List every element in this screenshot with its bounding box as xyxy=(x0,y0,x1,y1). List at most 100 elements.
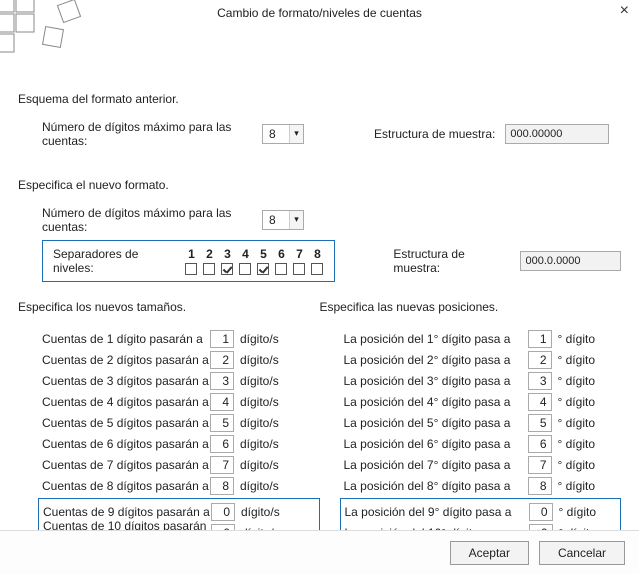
list-item-label: Cuentas de 3 dígitos pasarán a xyxy=(42,374,210,388)
list-item-unit: dígito/s xyxy=(240,332,279,346)
label-max-digits-new: Número de dígitos máximo para las cuenta… xyxy=(42,206,262,234)
list-item: Cuentas de 8 dígitos pasarán a8 dígito/s xyxy=(42,475,320,496)
separator-checkbox-2[interactable] xyxy=(203,263,215,275)
list-item: Cuentas de 3 dígitos pasarán a3 dígito/s xyxy=(42,370,320,391)
list-item: La posición del 7° dígito pasa a7 ° dígit… xyxy=(344,454,622,475)
list-item-input[interactable]: 8 xyxy=(528,477,552,495)
close-icon[interactable]: × xyxy=(620,4,629,18)
cancel-button[interactable]: Cancelar xyxy=(539,541,625,565)
list-item-label: La posición del 2° dígito pasa a xyxy=(344,353,528,367)
list-item-input[interactable]: 6 xyxy=(210,435,234,453)
list-item-unit: dígito/s xyxy=(240,353,279,367)
label-sample-struct-new: Estructura de muestra: xyxy=(393,247,510,275)
section-positions: Especifica las nuevas posiciones. xyxy=(320,300,622,314)
app-logo-icon xyxy=(0,0,95,60)
list-item-label: La posición del 6° dígito pasa a xyxy=(344,437,528,451)
list-item-label: La posición del 9° dígito pasa a xyxy=(345,505,529,519)
list-item-unit: ° dígito xyxy=(558,395,596,409)
list-item-label: Cuentas de 8 dígitos pasarán a xyxy=(42,479,210,493)
list-item-label: La posición del 5° dígito pasa a xyxy=(344,416,528,430)
list-item: Cuentas de 6 dígitos pasarán a6 dígito/s xyxy=(42,433,320,454)
max-digits-new-value: 8 xyxy=(263,211,289,229)
dialog-footer: Aceptar Cancelar xyxy=(0,530,639,574)
list-item-input[interactable]: 3 xyxy=(210,372,234,390)
list-item: La posición del 3° dígito pasa a3 ° dígit… xyxy=(344,370,622,391)
chevron-down-icon[interactable]: ▾ xyxy=(289,125,303,143)
list-item-label: Cuentas de 6 dígitos pasarán a xyxy=(42,437,210,451)
list-item: Cuentas de 7 dígitos pasarán a7 dígito/s xyxy=(42,454,320,475)
chevron-down-icon[interactable]: ▾ xyxy=(289,211,303,229)
list-item: La posición del 4° dígito pasa a4 ° dígit… xyxy=(344,391,622,412)
list-item-input[interactable]: 4 xyxy=(528,393,552,411)
max-digits-prev-select[interactable]: 8 ▾ xyxy=(262,124,304,144)
list-item-label: Cuentas de 1 dígito pasarán a xyxy=(42,332,210,346)
dialog-title: Cambio de formato/niveles de cuentas xyxy=(0,6,639,20)
list-item-input[interactable]: 5 xyxy=(210,414,234,432)
list-item-label: Cuentas de 7 dígitos pasarán a xyxy=(42,458,210,472)
separator-checkbox-7[interactable] xyxy=(293,263,305,275)
label-max-digits-prev: Número de dígitos máximo para las cuenta… xyxy=(42,120,262,148)
list-item-unit: ° dígito xyxy=(559,505,597,519)
list-item-input[interactable]: 2 xyxy=(210,351,234,369)
list-item-input[interactable]: 4 xyxy=(210,393,234,411)
list-item-unit: ° dígito xyxy=(558,416,596,430)
list-item-unit: dígito/s xyxy=(240,479,279,493)
separator-number: 6 xyxy=(278,247,285,261)
list-item-unit: dígito/s xyxy=(240,437,279,451)
section-previous: Esquema del formato anterior. xyxy=(18,92,621,106)
separator-number: 1 xyxy=(188,247,195,261)
list-item-input[interactable]: 5 xyxy=(528,414,552,432)
separator-number: 5 xyxy=(260,247,267,261)
separator-checkbox-3[interactable] xyxy=(221,263,233,275)
list-item-input[interactable]: 8 xyxy=(210,477,234,495)
list-item-input[interactable]: 1 xyxy=(528,330,552,348)
list-item-label: La posición del 8° dígito pasa a xyxy=(344,479,528,493)
section-sizes: Especifica los nuevos tamaños. xyxy=(18,300,320,314)
list-item-label: Cuentas de 5 dígitos pasarán a xyxy=(42,416,210,430)
list-item-unit: ° dígito xyxy=(558,332,596,346)
list-item-input[interactable]: 1 xyxy=(210,330,234,348)
list-item-input[interactable]: 7 xyxy=(210,456,234,474)
separator-checkbox-6[interactable] xyxy=(275,263,287,275)
list-item: La posición del 2° dígito pasa a2 ° dígit… xyxy=(344,349,622,370)
label-sample-struct-prev: Estructura de muestra: xyxy=(374,127,495,141)
separator-number: 7 xyxy=(296,247,303,261)
list-item: La posición del 1° dígito pasa a1 ° dígit… xyxy=(344,328,622,349)
max-digits-new-select[interactable]: 8 ▾ xyxy=(262,210,304,230)
list-item-input[interactable]: 7 xyxy=(528,456,552,474)
list-item: Cuentas de 1 dígito pasarán a1 dígito/s xyxy=(42,328,320,349)
ok-button[interactable]: Aceptar xyxy=(450,541,529,565)
list-item-unit: dígito/s xyxy=(240,458,279,472)
list-item-label: Cuentas de 2 dígitos pasarán a xyxy=(42,353,210,367)
list-item-unit: dígito/s xyxy=(240,374,279,388)
list-item-unit: ° dígito xyxy=(558,353,596,367)
list-item-input[interactable]: 0 xyxy=(529,503,553,521)
list-item-unit: ° dígito xyxy=(558,374,596,388)
list-item: La posición del 8° dígito pasa a8° dígit… xyxy=(344,475,622,496)
separator-checkbox-4[interactable] xyxy=(239,263,251,275)
list-item-input[interactable]: 2 xyxy=(528,351,552,369)
separator-number: 8 xyxy=(314,247,321,261)
separator-checkbox-1[interactable] xyxy=(185,263,197,275)
list-item-label: La posición del 4° dígito pasa a xyxy=(344,395,528,409)
list-item-input[interactable]: 6 xyxy=(528,435,552,453)
list-item: Cuentas de 4 dígitos pasarán a4dígito/s xyxy=(42,391,320,412)
separator-number: 3 xyxy=(224,247,231,261)
list-item-label: Cuentas de 9 dígitos pasarán a xyxy=(43,505,211,519)
separators-group: Separadores de niveles: 12345678 xyxy=(42,240,335,282)
list-item-label: La posición del 3° dígito pasa a xyxy=(344,374,528,388)
separator-number: 4 xyxy=(242,247,249,261)
list-item-unit: dígito/s xyxy=(241,505,280,519)
list-item-label: La posición del 1° dígito pasa a xyxy=(344,332,528,346)
list-item: Cuentas de 2 dígitos pasarán a2 dígito/s xyxy=(42,349,320,370)
list-item-unit: dígito/s xyxy=(240,416,279,430)
list-item: La posición del 9° dígito pasa a0 ° dígit… xyxy=(345,501,621,522)
separator-checkbox-8[interactable] xyxy=(311,263,323,275)
list-item-input[interactable]: 3 xyxy=(528,372,552,390)
list-item-input[interactable]: 0 xyxy=(211,503,235,521)
max-digits-prev-value: 8 xyxy=(263,125,289,143)
list-item-label: La posición del 7° dígito pasa a xyxy=(344,458,528,472)
list-item-unit: ° dígito xyxy=(558,458,596,472)
sample-struct-prev: 000.00000 xyxy=(505,124,609,144)
separator-checkbox-5[interactable] xyxy=(257,263,269,275)
